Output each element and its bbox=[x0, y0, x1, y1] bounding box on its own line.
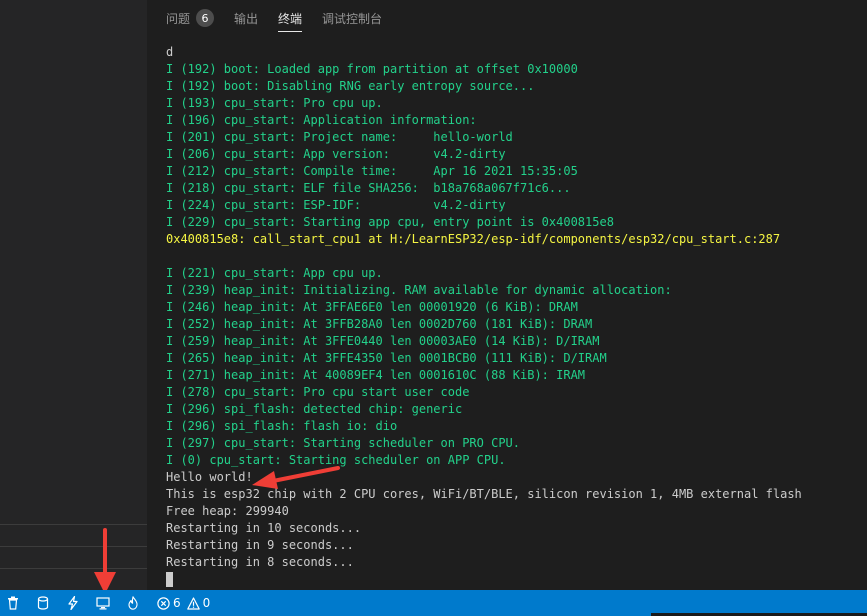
terminal-line: I (297) cpu_start: Starting scheduler on… bbox=[166, 436, 521, 450]
terminal-line: I (252) heap_init: At 3FFB28A0 len 0002D… bbox=[166, 317, 593, 331]
sidebar-divider bbox=[0, 524, 147, 525]
panel-tabs: 问题 6 输出 终端 调试控制台 bbox=[166, 0, 382, 36]
error-count: 6 bbox=[173, 596, 181, 610]
terminal-cursor bbox=[166, 572, 173, 587]
terminal-line: I (206) cpu_start: App version: v4.2-dir… bbox=[166, 147, 506, 161]
terminal-line: I (212) cpu_start: Compile time: Apr 16 … bbox=[166, 164, 578, 178]
tab-label: 调试控制台 bbox=[322, 11, 383, 26]
flash-icon[interactable] bbox=[67, 590, 79, 616]
terminal-line: I (192) boot: Disabling RNG early entrop… bbox=[166, 79, 535, 93]
terminal-line: d bbox=[166, 45, 174, 59]
terminal-line: I (296) spi_flash: flash io: dio bbox=[166, 419, 398, 433]
monitor-icon[interactable] bbox=[96, 590, 110, 616]
terminal-line: I (296) spi_flash: detected chip: generi… bbox=[166, 402, 463, 416]
tab-terminal[interactable]: 终端 bbox=[278, 0, 303, 36]
terminal-line: 0x400815e8: call_start_cpu1 at H:/LearnE… bbox=[166, 232, 781, 246]
terminal-line: Hello world! bbox=[166, 470, 253, 484]
bottom-panel: 问题 6 输出 终端 调试控制台 d I (192) boot: Loaded a… bbox=[147, 0, 867, 590]
terminal-line: I (229) cpu_start: Starting app cpu, ent… bbox=[166, 215, 614, 229]
database-icon[interactable] bbox=[37, 590, 49, 616]
warning-icon bbox=[186, 596, 200, 610]
tab-label: 问题 bbox=[166, 11, 191, 26]
terminal-line: I (218) cpu_start: ELF file SHA256: b18a… bbox=[166, 181, 571, 195]
tab-problems[interactable]: 问题 6 bbox=[166, 0, 215, 36]
flame-icon[interactable] bbox=[127, 590, 139, 616]
terminal-line: Restarting in 8 seconds... bbox=[166, 555, 354, 569]
tab-label: 输出 bbox=[234, 11, 259, 26]
terminal-prompt-line bbox=[166, 571, 856, 588]
terminal-line: Free heap: 299940 bbox=[166, 504, 289, 518]
trash-icon[interactable] bbox=[7, 590, 19, 616]
terminal-line: I (201) cpu_start: Project name: hello-w… bbox=[166, 130, 513, 144]
terminal-line: I (221) cpu_start: App cpu up. bbox=[166, 266, 383, 280]
terminal-line: I (271) heap_init: At 40089EF4 len 00016… bbox=[166, 368, 586, 382]
problems-count-badge: 6 bbox=[196, 9, 215, 27]
terminal-line: I (192) boot: Loaded app from partition … bbox=[166, 62, 578, 76]
terminal-line: I (246) heap_init: At 3FFAE6E0 len 00001… bbox=[166, 300, 578, 314]
tab-output[interactable]: 输出 bbox=[234, 0, 258, 36]
sidebar-divider bbox=[0, 546, 147, 547]
warning-count: 0 bbox=[202, 596, 211, 610]
terminal-line: I (278) cpu_start: Pro cpu start user co… bbox=[166, 385, 470, 399]
problems-status[interactable]: 6 0 bbox=[157, 590, 210, 616]
terminal-line: I (196) cpu_start: Application informati… bbox=[166, 113, 477, 127]
terminal-line: I (239) heap_init: Initializing. RAM ava… bbox=[166, 283, 672, 297]
error-icon bbox=[157, 596, 170, 610]
terminal-output[interactable]: d I (192) boot: Loaded app from partition… bbox=[166, 44, 856, 588]
terminal-line: I (224) cpu_start: ESP-IDF: v4.2-dirty bbox=[166, 198, 506, 212]
terminal-line: Restarting in 10 seconds... bbox=[166, 521, 362, 535]
terminal-line: I (0) cpu_start: Starting scheduler on A… bbox=[166, 453, 506, 467]
sidebar bbox=[0, 0, 147, 590]
tab-label: 终端 bbox=[278, 11, 303, 26]
terminal-line: This is esp32 chip with 2 CPU cores, WiF… bbox=[166, 487, 802, 501]
terminal-line: Restarting in 9 seconds... bbox=[166, 538, 354, 552]
terminal-line: I (259) heap_init: At 3FFE0440 len 00003… bbox=[166, 334, 600, 348]
terminal-line: I (265) heap_init: At 3FFE4350 len 0001B… bbox=[166, 351, 607, 365]
tab-debug-console[interactable]: 调试控制台 bbox=[322, 0, 382, 36]
terminal-line: I (193) cpu_start: Pro cpu up. bbox=[166, 96, 383, 110]
sidebar-divider bbox=[0, 568, 147, 569]
